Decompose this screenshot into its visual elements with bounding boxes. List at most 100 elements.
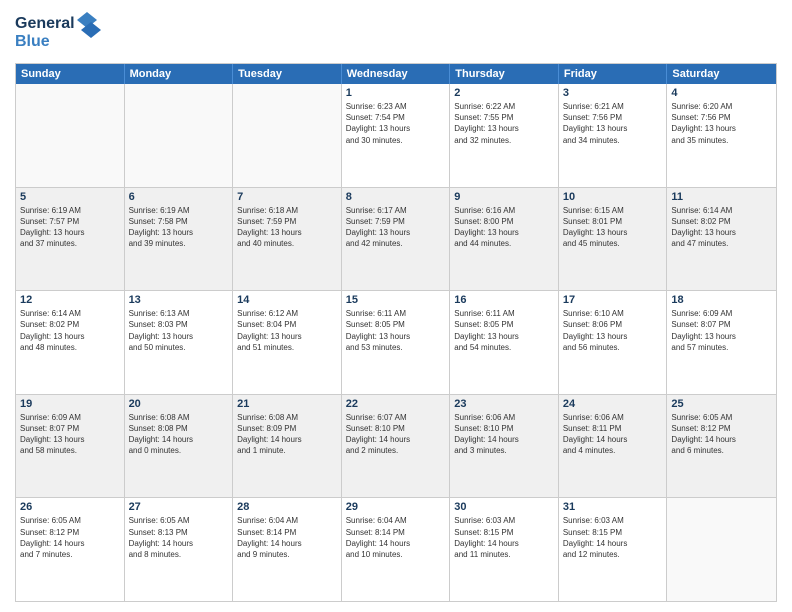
day-info: Sunrise: 6:11 AM Sunset: 8:05 PM Dayligh… [346,308,446,353]
day-number: 5 [20,191,120,203]
day-cell-8: 8 Sunrise: 6:17 AM Sunset: 7:59 PM Daylig… [342,188,451,291]
calendar-week-4: 19 Sunrise: 6:09 AM Sunset: 8:07 PM Dayli… [16,394,776,498]
day-number: 12 [20,294,120,306]
empty-cell [667,498,776,601]
day-info: Sunrise: 6:03 AM Sunset: 8:15 PM Dayligh… [563,515,663,560]
day-info: Sunrise: 6:21 AM Sunset: 7:56 PM Dayligh… [563,101,663,146]
day-cell-24: 24Sunrise: 6:06 AM Sunset: 8:11 PM Dayli… [559,395,668,498]
day-info: Sunrise: 6:19 AM Sunset: 7:58 PM Dayligh… [129,205,229,250]
day-info: Sunrise: 6:16 AM Sunset: 8:00 PM Dayligh… [454,205,554,250]
day-info: Sunrise: 6:11 AM Sunset: 8:05 PM Dayligh… [454,308,554,353]
header-day-monday: Monday [125,64,234,84]
day-info: Sunrise: 6:04 AM Sunset: 8:14 PM Dayligh… [237,515,337,560]
day-number: 3 [563,87,663,99]
day-number: 30 [454,501,554,513]
day-cell-25: 25 Sunrise: 6:05 AM Sunset: 8:12 PM Dayli… [667,395,776,498]
day-number: 7 [237,191,337,203]
day-info: Sunrise: 6:08 AM Sunset: 8:08 PM Dayligh… [129,412,229,457]
day-number: 15 [346,294,446,306]
day-info: Sunrise: 6:07 AM Sunset: 8:10 PM Dayligh… [346,412,446,457]
day-info: Sunrise: 6:23 AM Sunset: 7:54 PM Dayligh… [346,101,446,146]
day-number: 11 [671,191,772,203]
day-number: 29 [346,501,446,513]
day-cell-11: 11 Sunrise: 6:14 AM Sunset: 8:02 PM Dayli… [667,188,776,291]
day-info: Sunrise: 6:09 AM Sunset: 8:07 PM Dayligh… [20,412,120,457]
day-number: 8 [346,191,446,203]
day-number: 1 [346,87,446,99]
day-info: Sunrise: 6:12 AM Sunset: 8:04 PM Dayligh… [237,308,337,353]
day-cell-26: 26 Sunrise: 6:05 AM Sunset: 8:12 PM Dayli… [16,498,125,601]
day-number: 23 [454,398,554,410]
day-cell-19: 19 Sunrise: 6:09 AM Sunset: 8:07 PM Dayli… [16,395,125,498]
day-cell-7: 7Sunrise: 6:18 AM Sunset: 7:59 PM Daylig… [233,188,342,291]
day-cell-6: 6Sunrise: 6:19 AM Sunset: 7:58 PM Daylig… [125,188,234,291]
day-cell-13: 13Sunrise: 6:13 AM Sunset: 8:03 PM Dayli… [125,291,234,394]
day-cell-4: 4 Sunrise: 6:20 AM Sunset: 7:56 PM Daylig… [667,84,776,187]
day-info: Sunrise: 6:15 AM Sunset: 8:01 PM Dayligh… [563,205,663,250]
calendar-body: 1 Sunrise: 6:23 AM Sunset: 7:54 PM Daylig… [16,84,776,601]
day-info: Sunrise: 6:17 AM Sunset: 7:59 PM Dayligh… [346,205,446,250]
calendar: SundayMondayTuesdayWednesdayThursdayFrid… [15,63,777,602]
day-info: Sunrise: 6:14 AM Sunset: 8:02 PM Dayligh… [20,308,120,353]
day-cell-5: 5 Sunrise: 6:19 AM Sunset: 7:57 PM Daylig… [16,188,125,291]
day-info: Sunrise: 6:05 AM Sunset: 8:12 PM Dayligh… [20,515,120,560]
day-info: Sunrise: 6:08 AM Sunset: 8:09 PM Dayligh… [237,412,337,457]
day-cell-31: 31 Sunrise: 6:03 AM Sunset: 8:15 PM Dayli… [559,498,668,601]
day-number: 20 [129,398,229,410]
day-cell-29: 29 Sunrise: 6:04 AM Sunset: 8:14 PM Dayli… [342,498,451,601]
empty-cell [16,84,125,187]
day-number: 9 [454,191,554,203]
day-number: 19 [20,398,120,410]
day-cell-17: 17 Sunrise: 6:10 AM Sunset: 8:06 PM Dayli… [559,291,668,394]
day-cell-9: 9 Sunrise: 6:16 AM Sunset: 8:00 PM Daylig… [450,188,559,291]
header-day-saturday: Saturday [667,64,776,84]
svg-text:Blue: Blue [15,33,50,50]
header-day-thursday: Thursday [450,64,559,84]
svg-text:General: General [15,15,75,32]
day-number: 26 [20,501,120,513]
day-cell-28: 28 Sunrise: 6:04 AM Sunset: 8:14 PM Dayli… [233,498,342,601]
day-info: Sunrise: 6:03 AM Sunset: 8:15 PM Dayligh… [454,515,554,560]
day-number: 25 [671,398,772,410]
day-info: Sunrise: 6:19 AM Sunset: 7:57 PM Dayligh… [20,205,120,250]
day-info: Sunrise: 6:14 AM Sunset: 8:02 PM Dayligh… [671,205,772,250]
day-info: Sunrise: 6:10 AM Sunset: 8:06 PM Dayligh… [563,308,663,353]
day-number: 27 [129,501,229,513]
day-info: Sunrise: 6:04 AM Sunset: 8:14 PM Dayligh… [346,515,446,560]
logo-svg: General Blue [15,10,105,55]
day-info: Sunrise: 6:09 AM Sunset: 8:07 PM Dayligh… [671,308,772,353]
day-number: 13 [129,294,229,306]
day-number: 28 [237,501,337,513]
header-day-tuesday: Tuesday [233,64,342,84]
header-day-sunday: Sunday [16,64,125,84]
day-number: 10 [563,191,663,203]
day-number: 22 [346,398,446,410]
day-number: 31 [563,501,663,513]
day-number: 17 [563,294,663,306]
day-number: 4 [671,87,772,99]
day-cell-14: 14 Sunrise: 6:12 AM Sunset: 8:04 PM Dayli… [233,291,342,394]
empty-cell [125,84,234,187]
header: General Blue [15,10,777,55]
day-info: Sunrise: 6:20 AM Sunset: 7:56 PM Dayligh… [671,101,772,146]
day-number: 2 [454,87,554,99]
day-cell-30: 30 Sunrise: 6:03 AM Sunset: 8:15 PM Dayli… [450,498,559,601]
day-cell-2: 2 Sunrise: 6:22 AM Sunset: 7:55 PM Daylig… [450,84,559,187]
day-info: Sunrise: 6:05 AM Sunset: 8:12 PM Dayligh… [671,412,772,457]
day-number: 16 [454,294,554,306]
day-info: Sunrise: 6:06 AM Sunset: 8:11 PM Dayligh… [563,412,663,457]
empty-cell [233,84,342,187]
day-cell-21: 21 Sunrise: 6:08 AM Sunset: 8:09 PM Dayli… [233,395,342,498]
day-number: 14 [237,294,337,306]
day-info: Sunrise: 6:06 AM Sunset: 8:10 PM Dayligh… [454,412,554,457]
day-cell-15: 15 Sunrise: 6:11 AM Sunset: 8:05 PM Dayli… [342,291,451,394]
day-cell-18: 18Sunrise: 6:09 AM Sunset: 8:07 PM Dayli… [667,291,776,394]
day-cell-22: 22 Sunrise: 6:07 AM Sunset: 8:10 PM Dayli… [342,395,451,498]
header-day-wednesday: Wednesday [342,64,451,84]
day-number: 21 [237,398,337,410]
day-cell-20: 20 Sunrise: 6:08 AM Sunset: 8:08 PM Dayli… [125,395,234,498]
calendar-week-5: 26 Sunrise: 6:05 AM Sunset: 8:12 PM Dayli… [16,497,776,601]
calendar-header: SundayMondayTuesdayWednesdayThursdayFrid… [16,64,776,84]
day-info: Sunrise: 6:22 AM Sunset: 7:55 PM Dayligh… [454,101,554,146]
day-cell-23: 23 Sunrise: 6:06 AM Sunset: 8:10 PM Dayli… [450,395,559,498]
